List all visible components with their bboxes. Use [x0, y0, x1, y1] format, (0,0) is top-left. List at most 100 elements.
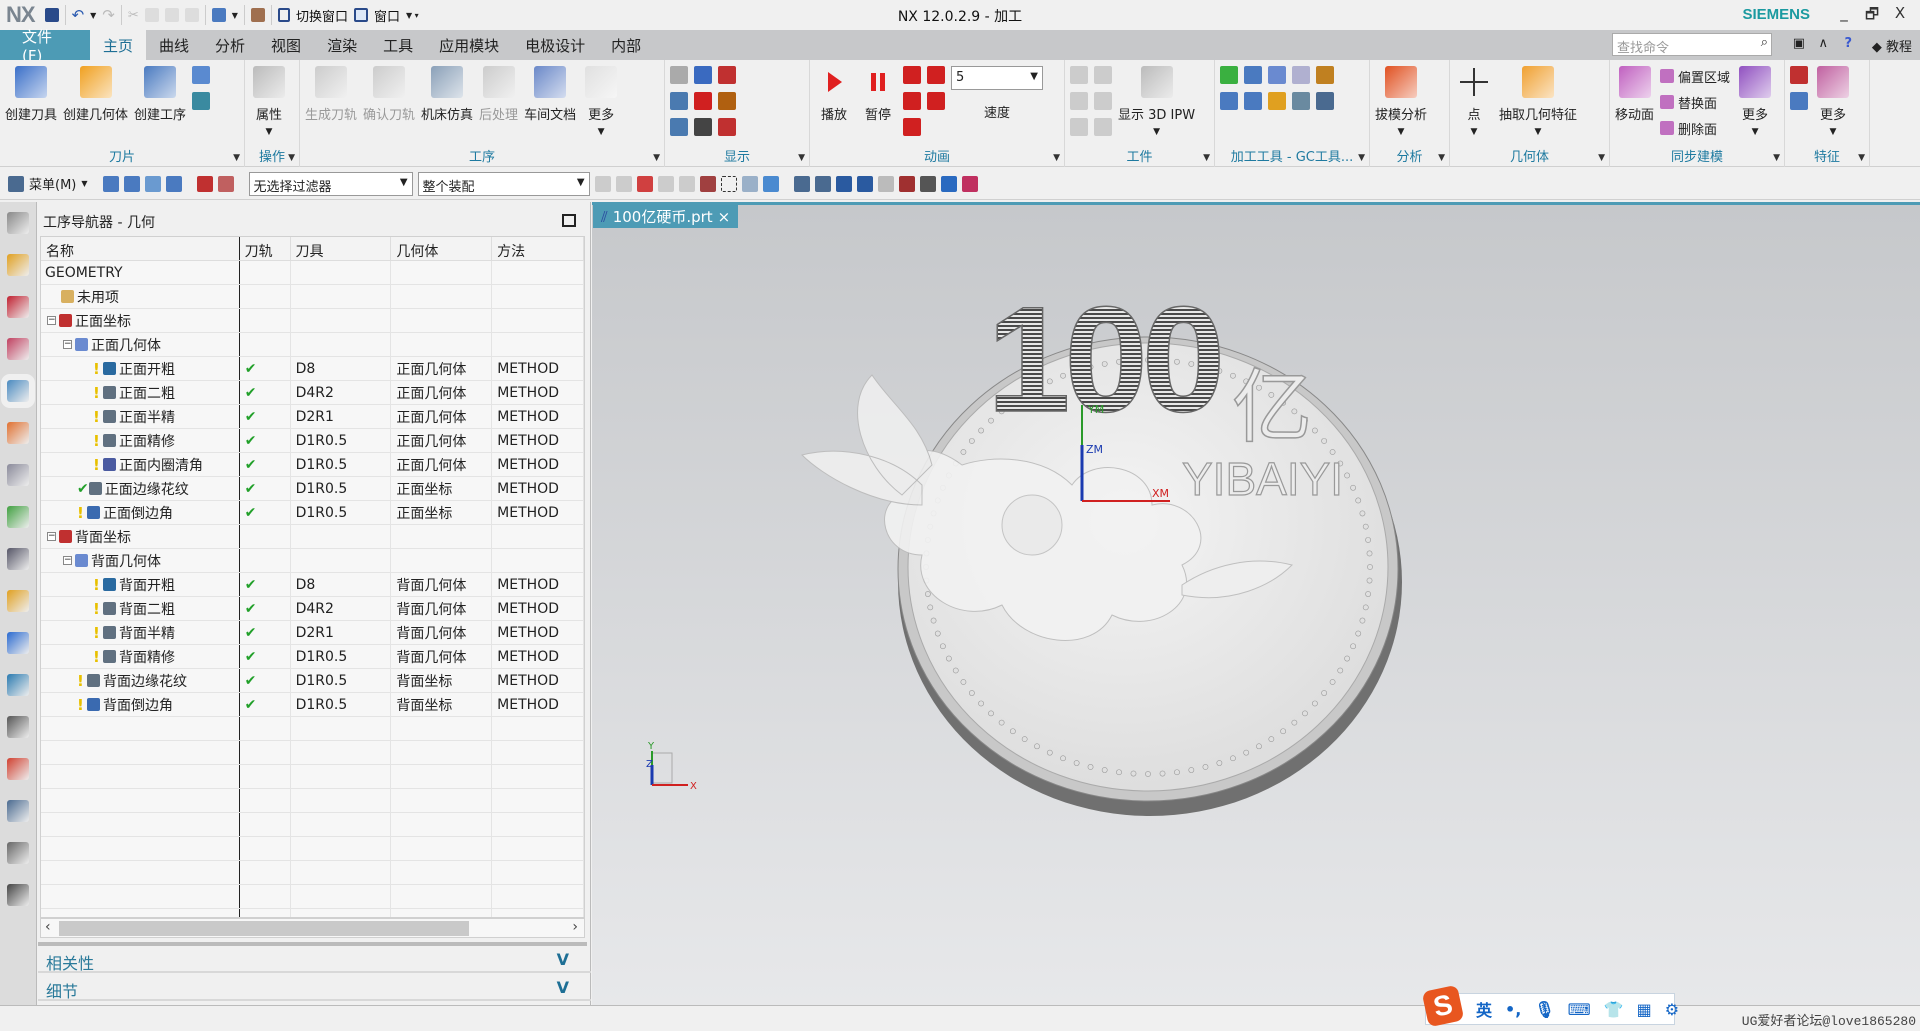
- collapse-toggle[interactable]: −: [63, 556, 72, 565]
- ribbon-button[interactable]: 机床仿真: [418, 64, 476, 123]
- group-dropdown-icon[interactable]: ▼: [288, 153, 295, 163]
- scroll-left-icon[interactable]: ‹: [45, 919, 51, 935]
- snap-d-icon[interactable]: [657, 175, 674, 192]
- table-row[interactable]: ! 正面内圈清角 ✔ D1R0.5 正面几何体 METHOD: [41, 453, 584, 477]
- command-search-input[interactable]: 查找命令: [1612, 33, 1772, 56]
- table-row[interactable]: − 正面坐标: [41, 309, 584, 333]
- paste-special-icon[interactable]: [184, 8, 199, 22]
- graphics-window[interactable]: ⫽ 100亿硬币.prt × 100 亿 YIBAIYI YM ZM XM Y …: [592, 202, 1920, 1005]
- tab-8[interactable]: 内部: [598, 30, 654, 60]
- ime-punctuation-toggle[interactable]: •,: [1505, 1000, 1521, 1019]
- filter-b-icon[interactable]: [217, 175, 234, 192]
- toolbox-icon[interactable]: ▦: [1637, 1000, 1652, 1019]
- undo-icon[interactable]: ↶: [72, 6, 85, 24]
- ribbon-button[interactable]: 创建刀具: [2, 64, 60, 123]
- details-panel[interactable]: 细节 V: [38, 975, 591, 1001]
- column-header[interactable]: 刀具: [291, 237, 392, 260]
- tab-3[interactable]: 视图: [258, 30, 314, 60]
- settings-icon[interactable]: [7, 212, 29, 234]
- rectangle-select-icon[interactable]: [720, 175, 737, 192]
- tutorial-button[interactable]: ◆ 教程: [1872, 36, 1912, 55]
- view-program-icon[interactable]: [102, 175, 119, 192]
- tab-6[interactable]: 应用模块: [426, 30, 512, 60]
- table-row[interactable]: − 背面几何体: [41, 549, 584, 573]
- tab-1[interactable]: 曲线: [146, 30, 202, 60]
- ribbon-button[interactable]: 创建工序: [131, 64, 189, 123]
- ribbon-button[interactable]: 暂停: [856, 64, 900, 123]
- tool-c-icon[interactable]: [1268, 66, 1286, 84]
- ribbon-button[interactable]: 创建几何体: [60, 64, 131, 123]
- redo-icon[interactable]: ↷: [102, 6, 115, 24]
- ipw-b-icon[interactable]: [1070, 92, 1088, 110]
- tab-5[interactable]: 工具: [370, 30, 426, 60]
- group-dropdown-icon[interactable]: ▼: [1053, 153, 1060, 163]
- ribbon-button[interactable]: 更多 ▼: [1733, 64, 1777, 137]
- ribbon-options-icon[interactable]: ▣: [1793, 36, 1805, 51]
- ribbon-button[interactable]: 车间文档: [521, 64, 579, 123]
- view-geometry-icon[interactable]: [144, 175, 161, 192]
- reverse-icon[interactable]: [903, 118, 921, 136]
- assembly-navigator-icon[interactable]: [7, 464, 29, 486]
- ipw-a-icon[interactable]: [1070, 66, 1088, 84]
- ribbon-button[interactable]: 后处理: [476, 64, 521, 123]
- tool-h-icon[interactable]: [1316, 92, 1334, 110]
- reuse-library-icon[interactable]: [7, 506, 29, 528]
- microphone-icon[interactable]: 🎙: [1534, 1000, 1554, 1019]
- table-row[interactable]: − 背面坐标: [41, 525, 584, 549]
- roles-icon[interactable]: [7, 590, 29, 612]
- collapse-toggle[interactable]: −: [47, 532, 56, 541]
- ribbon-button[interactable]: 更多 ▼: [1811, 64, 1855, 137]
- process-icon[interactable]: [7, 842, 29, 864]
- tab-0[interactable]: 主页: [90, 30, 147, 60]
- tool-list-icon[interactable]: [1220, 92, 1238, 110]
- fit-icon[interactable]: [793, 175, 810, 192]
- ribbon-small-button[interactable]: 偏置区域: [1660, 66, 1730, 86]
- tool-holder-icon[interactable]: [718, 92, 736, 110]
- ime-mode-toggle[interactable]: 英: [1476, 997, 1492, 1021]
- view-e-icon[interactable]: [961, 175, 978, 192]
- maximize-icon[interactable]: [562, 214, 576, 227]
- first-frame-icon[interactable]: [903, 66, 921, 84]
- last-frame-icon[interactable]: [927, 66, 945, 84]
- geometry-view-icon[interactable]: [7, 338, 29, 360]
- group-dropdown-icon[interactable]: ▼: [1203, 153, 1210, 163]
- ribbon-small-button[interactable]: 替换面: [1660, 92, 1730, 112]
- save-icon[interactable]: [44, 8, 59, 22]
- group-dropdown-icon[interactable]: ▼: [1598, 153, 1605, 163]
- machining-feature-icon[interactable]: [7, 422, 29, 444]
- step-back-icon[interactable]: [903, 92, 921, 110]
- table-row[interactable]: ! 背面精修 ✔ D1R0.5 背面几何体 METHOD: [41, 645, 584, 669]
- speed-select[interactable]: 5 ▼: [951, 66, 1043, 90]
- ime-toolbar[interactable]: 英 •, 🎙 ⌨ 👕 ▦ ⚙: [1425, 993, 1679, 1025]
- point-icon[interactable]: [718, 66, 736, 84]
- info-icon[interactable]: [7, 632, 29, 654]
- history-icon[interactable]: [7, 716, 29, 738]
- web-browser-icon[interactable]: [7, 674, 29, 696]
- ipw-f-icon[interactable]: [1094, 118, 1112, 136]
- column-header[interactable]: 方法: [492, 237, 584, 260]
- table-row[interactable]: ! 背面二粗 ✔ D4R2 背面几何体 METHOD: [41, 597, 584, 621]
- tool-library-icon[interactable]: [7, 800, 29, 822]
- tool-f-icon[interactable]: [1292, 92, 1310, 110]
- collapse-toggle[interactable]: −: [63, 340, 72, 349]
- keyboard-icon[interactable]: ⌨: [1568, 1000, 1591, 1019]
- scrollbar-thumb[interactable]: [59, 921, 469, 936]
- tool-e-icon[interactable]: [1292, 66, 1310, 84]
- settings-icon[interactable]: ⚙: [1665, 1000, 1679, 1019]
- display-2d-icon[interactable]: [670, 92, 688, 110]
- line-icon[interactable]: [718, 118, 736, 136]
- group-dropdown-icon[interactable]: ▼: [1438, 153, 1445, 163]
- file-menu[interactable]: 文件(F): [0, 28, 90, 65]
- restore-button[interactable]: 🗗: [1858, 4, 1886, 29]
- ribbon-button[interactable]: 属性 ▼: [247, 64, 291, 137]
- ribbon-button[interactable]: 更多 ▼: [579, 64, 623, 137]
- table-row[interactable]: ! 正面二粗 ✔ D4R2 正面几何体 METHOD: [41, 381, 584, 405]
- ipw-c-icon[interactable]: [1070, 118, 1088, 136]
- program-order-view-icon[interactable]: [7, 254, 29, 276]
- paste-icon[interactable]: [164, 8, 179, 22]
- ribbon-button[interactable]: 播放: [812, 64, 856, 123]
- menu-button[interactable]: 菜单(M): [29, 174, 76, 193]
- dependencies-panel[interactable]: 相关性 V: [38, 947, 591, 973]
- table-row[interactable]: ! 背面边缘花纹 ✔ D1R0.5 背面坐标 METHOD: [41, 669, 584, 693]
- cut-icon[interactable]: ✂: [128, 8, 139, 23]
